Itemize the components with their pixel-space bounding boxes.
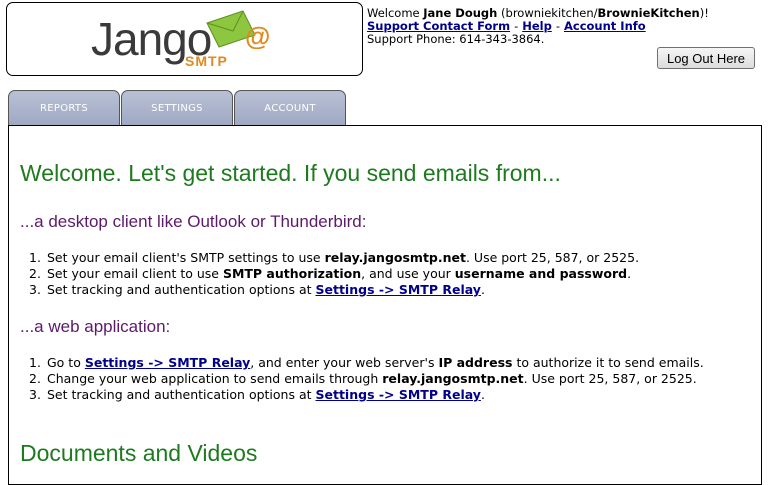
list-item: 3. Set tracking and authentication option…: [29, 282, 639, 298]
username-password-text: username and password: [454, 266, 628, 281]
step-text: .: [480, 282, 485, 297]
relay-host: relay.jangosmtp.net: [382, 371, 524, 386]
tab-reports[interactable]: REPORTS: [8, 90, 120, 126]
header-info: Welcome Jane Dough (browniekitchen/Brown…: [367, 7, 709, 46]
documents-videos-heading: Documents and Videos: [20, 440, 258, 466]
step-number: 2.: [29, 371, 41, 386]
list-item: 2. Change your web application to send em…: [29, 371, 704, 387]
help-link[interactable]: Help: [522, 19, 552, 33]
step-number: 3.: [29, 282, 41, 297]
section-desktop-heading: ...a desktop client like Outlook or Thun…: [20, 212, 367, 231]
link-separator: -: [514, 19, 519, 33]
support-phone: Support Phone: 614-343-3864.: [367, 32, 545, 46]
desktop-steps-list: 1. Set your email client's SMTP settings …: [29, 250, 639, 298]
user-name: Jane Dough: [423, 6, 498, 20]
step-number: 3.: [29, 387, 41, 402]
tab-account[interactable]: ACCOUNT: [234, 90, 346, 126]
relay-host: relay.jangosmtp.net: [324, 250, 466, 265]
step-number: 2.: [29, 266, 41, 281]
list-item: 1. Go to Settings -> SMTP Relay, and ente…: [29, 355, 704, 371]
logo-box: Jango @ SMTP: [6, 2, 363, 76]
step-text: .: [480, 387, 485, 402]
account-open: (: [497, 6, 506, 20]
smtp-authorization-text: SMTP authorization: [222, 266, 362, 281]
ip-address-text: IP address: [438, 355, 513, 370]
tab-settings[interactable]: SETTINGS: [121, 90, 233, 126]
support-contact-form-link[interactable]: Support Contact Form: [367, 19, 510, 33]
step-text: to authorize it to send emails.: [512, 355, 704, 370]
step-text: .: [627, 266, 632, 281]
step-text: Change your web application to send emai…: [47, 371, 383, 386]
step-text: Set tracking and authentication options …: [47, 387, 316, 402]
account-company: BrownieKitchen: [597, 6, 700, 20]
step-text: Go to: [47, 355, 85, 370]
step-text: Set your email client to use: [47, 266, 223, 281]
account-close: )!: [699, 6, 709, 20]
step-number: 1.: [29, 250, 41, 265]
log-out-button[interactable]: Log Out Here: [657, 47, 755, 69]
settings-smtp-relay-link[interactable]: Settings -> SMTP Relay: [316, 387, 481, 402]
list-item: 2. Set your email client to use SMTP auth…: [29, 266, 639, 282]
main-content: Welcome. Let's get started. If you send …: [8, 125, 762, 485]
account-user: browniekitchen: [505, 6, 594, 20]
step-text: Set your email client's SMTP settings to…: [47, 250, 325, 265]
section-webapp-heading: ...a web application:: [20, 317, 171, 336]
step-number: 1.: [29, 355, 41, 370]
step-text: , and enter your web server's: [250, 355, 439, 370]
envelope-icon: @: [206, 10, 269, 49]
step-text: Set tracking and authentication options …: [47, 282, 316, 297]
welcome-prefix: Welcome: [367, 6, 424, 20]
logo-subtitle: SMTP: [185, 53, 228, 69]
page-title: Welcome. Let's get started. If you send …: [20, 160, 561, 186]
settings-smtp-relay-link[interactable]: Settings -> SMTP Relay: [316, 282, 481, 297]
account-info-link[interactable]: Account Info: [564, 19, 646, 33]
step-text: . Use port 25, 587, or 2525.: [523, 371, 697, 386]
list-item: 3. Set tracking and authentication option…: [29, 387, 704, 403]
step-text: . Use port 25, 587, or 2525.: [465, 250, 640, 265]
at-sign-icon: @: [245, 21, 269, 49]
settings-smtp-relay-link[interactable]: Settings -> SMTP Relay: [85, 355, 250, 370]
webapp-steps-list: 1. Go to Settings -> SMTP Relay, and ente…: [29, 355, 704, 403]
step-text: , and use your: [361, 266, 455, 281]
list-item: 1. Set your email client's SMTP settings …: [29, 250, 639, 266]
link-separator: -: [555, 19, 560, 33]
